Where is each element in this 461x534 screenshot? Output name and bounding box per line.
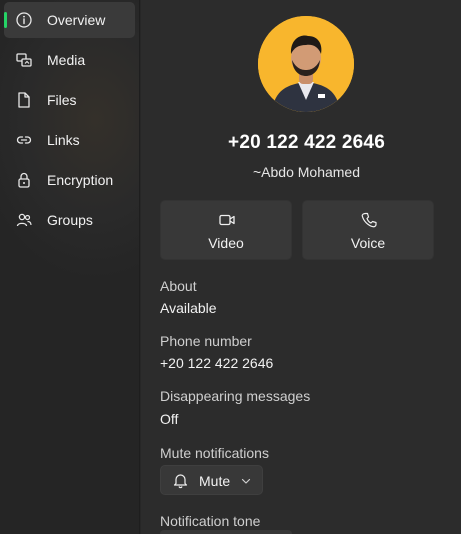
active-indicator (4, 12, 7, 28)
contact-display-name: ~Abdo Mohamed (252, 164, 361, 180)
voice-call-label: Voice (350, 235, 386, 251)
link-icon (15, 131, 33, 149)
disappearing-messages-value: Off (160, 411, 179, 427)
video-camera-icon (218, 211, 236, 229)
sidebar-item-label: Overview (47, 12, 106, 28)
file-icon (15, 91, 33, 109)
video-call-button[interactable]: Video (160, 200, 292, 260)
voice-call-button[interactable]: Voice (302, 200, 434, 260)
media-icon (15, 51, 33, 69)
lock-icon (15, 171, 33, 189)
sidebar-item-groups[interactable]: Groups (4, 202, 135, 238)
sidebar-item-encryption[interactable]: Encryption (4, 162, 135, 198)
notification-tone-dropdown[interactable] (160, 530, 292, 534)
avatar[interactable] (258, 16, 354, 112)
sidebar-item-label: Links (47, 132, 80, 148)
chevron-down-icon (241, 476, 251, 486)
info-icon (15, 11, 33, 29)
sidebar-item-label: Encryption (47, 172, 114, 188)
about-label: About (160, 278, 197, 294)
groups-icon (15, 211, 33, 229)
mute-button-label: Mute (199, 473, 231, 489)
sidebar-item-label: Groups (47, 212, 93, 228)
notification-tone-label: Notification tone (160, 513, 261, 529)
sidebar-item-overview[interactable]: Overview (4, 2, 135, 38)
overview-panel: +20 122 422 2646 ~Abdo Mohamed Video Voi… (141, 0, 461, 534)
phone-icon (360, 211, 378, 229)
bell-icon (172, 472, 189, 489)
video-call-label: Video (208, 235, 244, 251)
sidebar-item-label: Media (47, 52, 86, 68)
contact-phone-title: +20 122 422 2646 (228, 132, 385, 153)
contact-info-window: Overview Media Files Links Encryption Gr… (0, 0, 461, 534)
sidebar-item-label: Files (47, 92, 77, 108)
disappearing-messages-label: Disappearing messages (160, 388, 311, 404)
sidebar-item-links[interactable]: Links (4, 122, 135, 158)
mute-dropdown[interactable]: Mute (160, 465, 263, 495)
sidebar-item-files[interactable]: Files (4, 82, 135, 118)
sidebar: Overview Media Files Links Encryption Gr… (0, 0, 140, 534)
about-value: Available (160, 300, 217, 316)
mute-notifications-label: Mute notifications (160, 445, 269, 461)
phone-number-label: Phone number (160, 333, 252, 349)
sidebar-item-media[interactable]: Media (4, 42, 135, 78)
phone-number-value: +20 122 422 2646 (160, 355, 274, 371)
